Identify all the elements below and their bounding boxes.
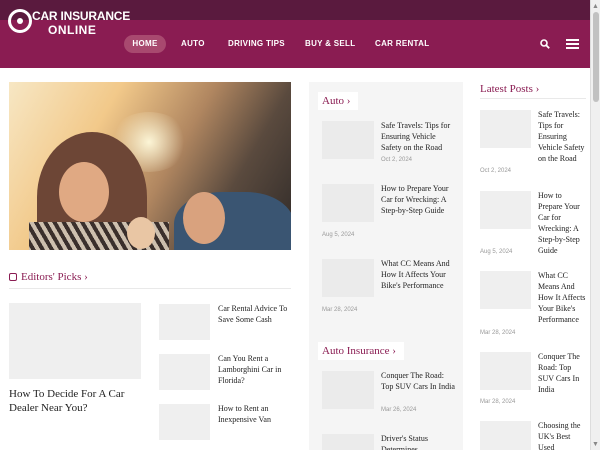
post-title[interactable]: How to Rent an Inexpensive Van (218, 403, 293, 425)
site-logo[interactable]: CAR INSURANCE ONLINE (8, 9, 130, 40)
post-date: Mar 26, 2024 (381, 407, 417, 413)
post-thumbnail[interactable] (480, 271, 531, 309)
post-title[interactable]: Driver's Status Determines (381, 433, 457, 450)
scrollbar[interactable]: ▲ ▼ (590, 0, 600, 450)
post-title[interactable]: Choosing the UK's Best Used (538, 420, 588, 450)
chevron-right-icon: › (344, 95, 351, 107)
check-square-icon (9, 273, 17, 281)
post-title[interactable]: Safe Travels: Tips for Ensuring Vehicle … (538, 109, 588, 164)
divider (9, 288, 291, 289)
scroll-down-arrow-icon[interactable]: ▼ (592, 440, 599, 448)
post-thumbnail[interactable] (480, 110, 531, 148)
post-date: Mar 28, 2024 (480, 399, 516, 405)
post-title[interactable]: Can You Rent a Lamborghini Car in Florid… (218, 353, 293, 386)
hamburger-menu-icon[interactable] (566, 39, 579, 49)
divider (480, 98, 586, 99)
post-thumbnail[interactable] (159, 404, 210, 440)
post-title[interactable]: How to Prepare Your Car for Wrecking: A … (538, 190, 588, 256)
scroll-up-arrow-icon[interactable]: ▲ (592, 2, 599, 10)
post-title[interactable]: Car Rental Advice To Save Some Cash (218, 303, 293, 325)
post-thumbnail[interactable] (159, 354, 210, 390)
post-title[interactable]: Conquer The Road: Top SUV Cars In India (538, 351, 588, 395)
post-thumbnail[interactable] (322, 259, 374, 297)
steering-wheel-icon (8, 9, 32, 33)
latest-posts-heading[interactable]: Latest Posts › (480, 83, 539, 95)
post-date: Aug 5, 2024 (480, 249, 513, 255)
post-thumbnail[interactable] (322, 184, 374, 222)
hero-image[interactable] (9, 82, 291, 250)
auto-heading[interactable]: Auto › (318, 92, 359, 110)
post-title[interactable]: Safe Travels: Tips for Ensuring Vehicle … (381, 120, 457, 153)
editors-picks-heading[interactable]: Editors' Picks › (9, 271, 88, 283)
search-icon[interactable] (540, 39, 550, 49)
post-date: Aug 5, 2024 (322, 232, 355, 238)
nav-car-rental[interactable]: CAR RENTAL (375, 35, 429, 53)
post-title[interactable]: How to Prepare Your Car for Wrecking: A … (381, 183, 457, 216)
post-title[interactable]: What CC Means And How It Affects Your Bi… (381, 258, 457, 291)
chevron-right-icon: › (81, 271, 88, 283)
post-thumbnail[interactable] (480, 352, 531, 390)
logo-line-1: CAR INSURANCE (32, 9, 131, 23)
post-thumbnail[interactable] (480, 421, 531, 450)
featured-post-title[interactable]: How To Decide For A Car Dealer Near You? (9, 387, 149, 415)
post-date: Oct 2, 2024 (480, 168, 512, 174)
auto-insurance-heading[interactable]: Auto Insurance › (318, 342, 404, 360)
nav-driving-tips[interactable]: DRIVING TIPS (228, 35, 285, 53)
post-thumbnail[interactable] (322, 434, 374, 450)
post-date: Mar 28, 2024 (322, 307, 358, 313)
featured-post-thumbnail[interactable] (9, 303, 141, 379)
post-thumbnail[interactable] (322, 371, 374, 409)
post-thumbnail[interactable] (480, 191, 531, 229)
nav-buy-sell[interactable]: BUY & SELL (305, 35, 355, 53)
chevron-right-icon: › (532, 83, 540, 95)
post-date: Oct 2, 2024 (381, 157, 413, 163)
post-title[interactable]: What CC Means And How It Affects Your Bi… (538, 270, 588, 325)
post-title[interactable]: Conquer The Road: Top SUV Cars In India (381, 370, 457, 392)
post-thumbnail[interactable] (159, 304, 210, 340)
scrollbar-thumb[interactable] (593, 12, 599, 102)
nav-home[interactable]: HOME (124, 35, 166, 53)
post-date: Mar 28, 2024 (480, 330, 516, 336)
logo-line-2: ONLINE (48, 23, 97, 37)
nav-auto[interactable]: AUTO (181, 35, 205, 53)
chevron-right-icon: › (389, 345, 396, 357)
post-thumbnail[interactable] (322, 121, 374, 159)
